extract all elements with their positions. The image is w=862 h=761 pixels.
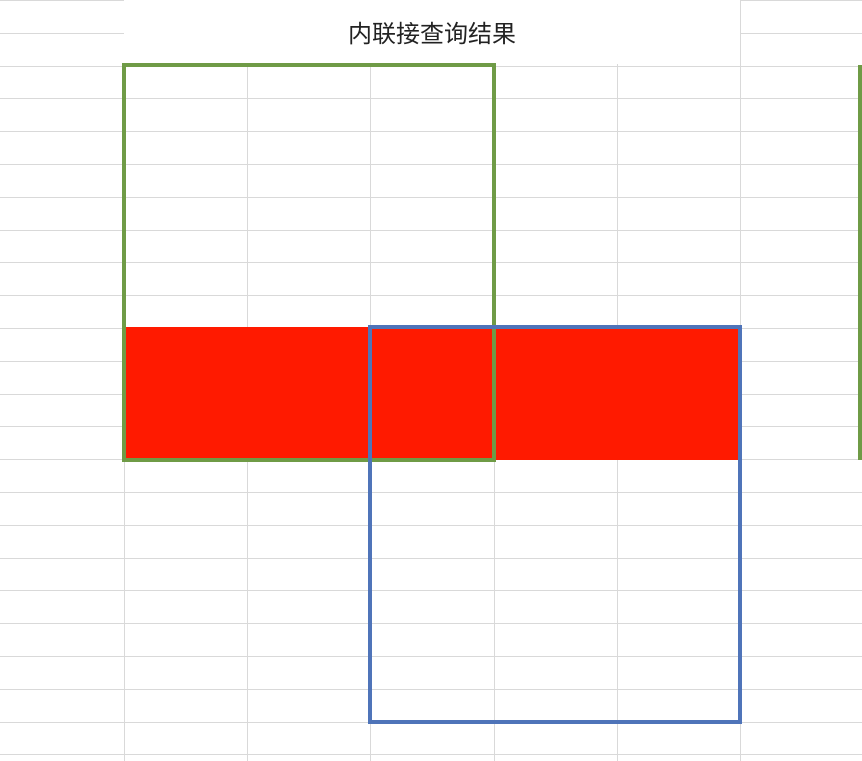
inner-join-diagram: 内联接查询结果 xyxy=(0,0,862,761)
inner-join-result-area xyxy=(124,327,740,460)
diagram-title: 内联接查询结果 xyxy=(348,20,516,48)
spreadsheet-canvas: 内联接查询结果 xyxy=(0,0,862,761)
